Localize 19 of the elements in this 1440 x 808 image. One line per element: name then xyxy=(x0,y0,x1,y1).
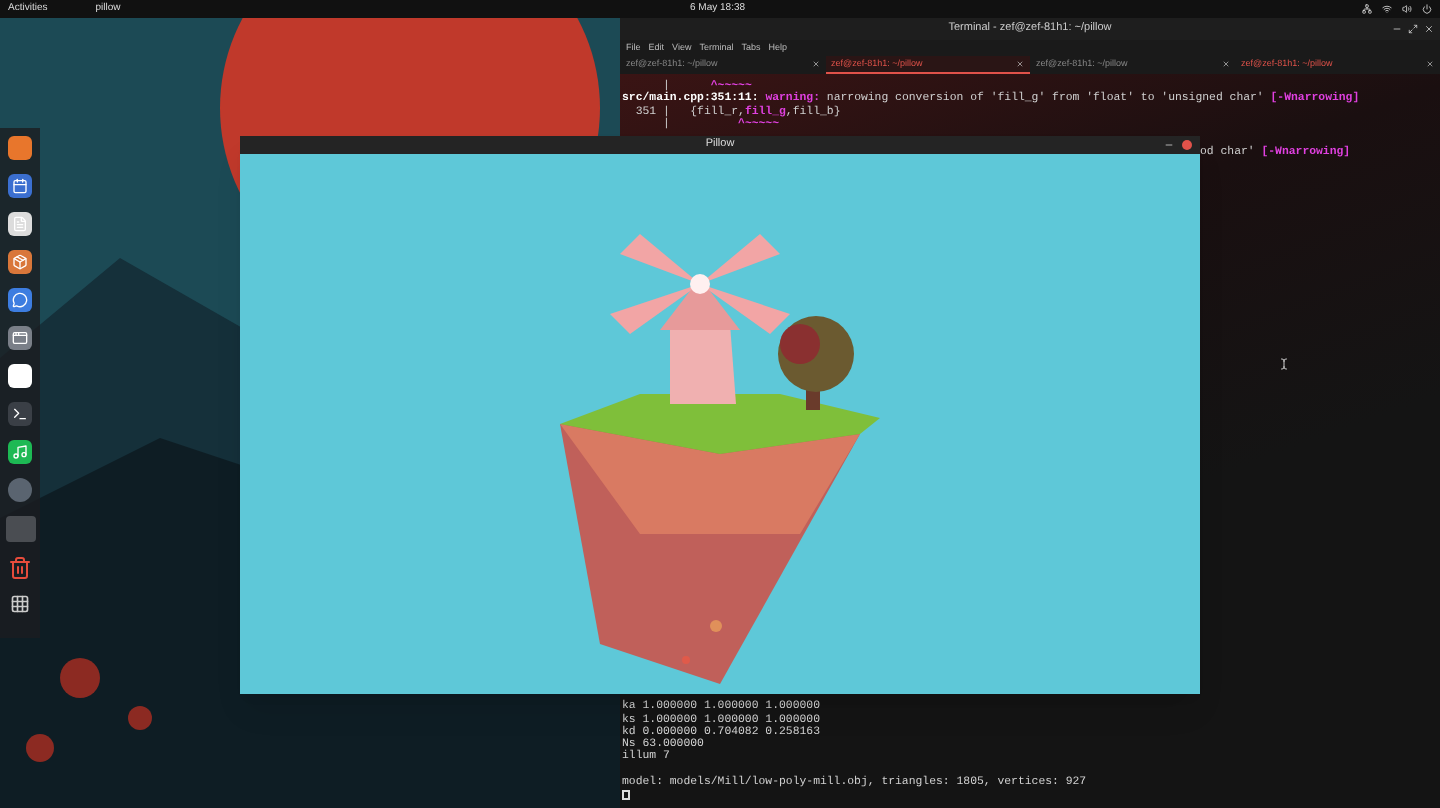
dot-pattern xyxy=(26,658,152,762)
terminal-icon[interactable] xyxy=(8,402,32,426)
maximize-icon[interactable] xyxy=(1408,24,1418,34)
package-icon[interactable] xyxy=(8,250,32,274)
minimize-icon[interactable] xyxy=(1392,24,1402,34)
music-icon[interactable] xyxy=(8,440,32,464)
terminal-cursor xyxy=(622,789,629,800)
app-grid-icon[interactable] xyxy=(10,594,30,614)
minimize-icon[interactable] xyxy=(1164,140,1174,150)
window-icon[interactable] xyxy=(8,326,32,350)
wifi-icon[interactable] xyxy=(1382,4,1392,14)
close-button[interactable] xyxy=(1182,140,1192,150)
trash-icon[interactable] xyxy=(8,556,32,580)
document-icon[interactable] xyxy=(8,212,32,236)
calendar-icon[interactable] xyxy=(8,174,32,198)
chat-icon[interactable] xyxy=(8,288,32,312)
volume-icon[interactable] xyxy=(1402,4,1412,14)
text-cursor-icon xyxy=(1278,358,1290,371)
power-icon[interactable] xyxy=(1422,4,1432,14)
